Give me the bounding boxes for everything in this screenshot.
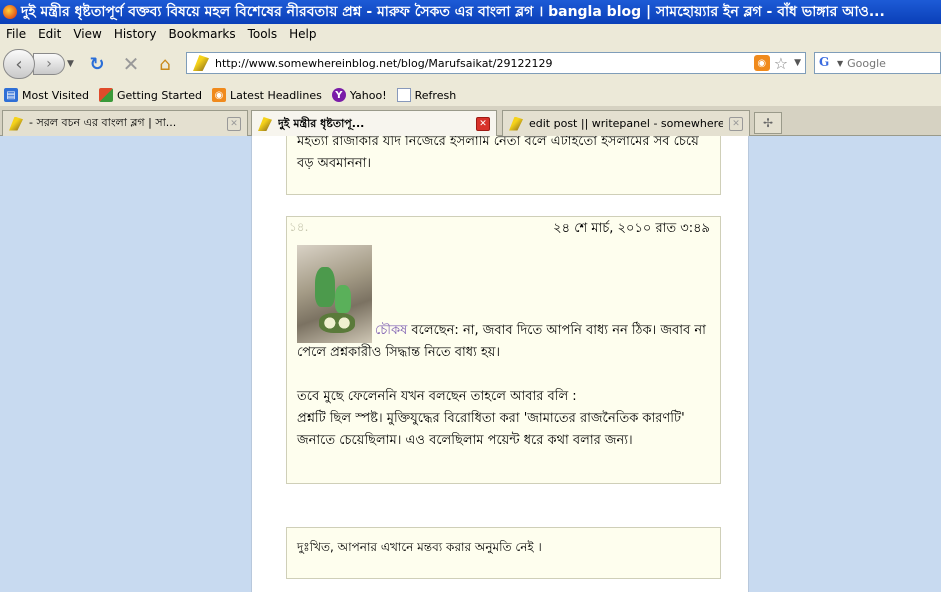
google-engine-icon[interactable]: G bbox=[819, 55, 835, 71]
search-input[interactable] bbox=[847, 56, 928, 70]
bookmark-refresh[interactable]: Refresh bbox=[396, 88, 457, 102]
comment-text: মইত্যা রাজাকার যদি নিজেরে ইসলামি নেতা বল… bbox=[297, 136, 699, 171]
home-icon[interactable]: ⌂ bbox=[154, 53, 176, 75]
new-tab-button[interactable]: ✢ bbox=[754, 112, 782, 134]
bookmark-label: Most Visited bbox=[22, 88, 89, 102]
comment-paragraph: চৌকষ বলেছেন: না, জবাব দিতে আপনি বাধ্য নন… bbox=[297, 320, 712, 364]
engine-dropdown-icon[interactable]: ▼ bbox=[837, 59, 843, 68]
menu-bookmarks[interactable]: Bookmarks bbox=[169, 27, 236, 41]
tab-label: edit post || writepanel - somewhere in..… bbox=[529, 117, 723, 130]
tab-strip: - সরল বচন এর বাংলা ব্লগ | সা... ✕ দুই মন… bbox=[0, 106, 941, 137]
comment-paragraph: প্রশ্নটি ছিল স্পষ্ট। মুক্তিযুদ্ধের বিরোধ… bbox=[297, 411, 685, 448]
page-viewport: মইত্যা রাজাকার যদি নিজেরে ইসলামি নেতা বল… bbox=[0, 136, 941, 592]
comment-body: চৌকষ বলেছেন: না, জবাব দিতে আপনি বাধ্য নন… bbox=[297, 320, 712, 452]
yahoo-icon: Y bbox=[331, 88, 346, 102]
most-visited-icon: ▤ bbox=[4, 88, 18, 102]
bookmark-yahoo[interactable]: Y Yahoo! bbox=[331, 88, 387, 102]
navigation-toolbar: › ‹ ▼ ↻ ✕ ⌂ http://www.somewhereinblog.n… bbox=[0, 44, 941, 84]
comment-number: ১৪. bbox=[289, 220, 309, 234]
menu-view[interactable]: View bbox=[73, 27, 101, 41]
search-box[interactable]: G ▼ bbox=[814, 52, 941, 74]
bottle-shape bbox=[315, 267, 335, 307]
tab-label: দুই মন্ত্রীর ধৃষ্টতাপূ... bbox=[278, 116, 365, 130]
back-button[interactable]: ‹ bbox=[3, 49, 35, 79]
reload-icon[interactable]: ↻ bbox=[86, 53, 108, 75]
tab-current-post[interactable]: দুই মন্ত্রীর ধৃষ্টতাপূ... ✕ bbox=[251, 110, 497, 137]
menu-file[interactable]: File bbox=[6, 27, 26, 41]
site-favicon-icon bbox=[193, 55, 209, 71]
menu-edit[interactable]: Edit bbox=[38, 27, 61, 41]
comment-box-previous: মইত্যা রাজাকার যদি নিজেরে ইসলামি নেতা বল… bbox=[286, 136, 721, 195]
bookmark-label: Refresh bbox=[414, 88, 457, 102]
new-tab-icon: ✢ bbox=[762, 116, 774, 130]
menu-tools[interactable]: Tools bbox=[248, 27, 278, 41]
tab-label: - সরল বচন এর বাংলা ব্লগ | সা... bbox=[29, 116, 177, 129]
bookmark-getting-started[interactable]: Getting Started bbox=[98, 88, 202, 102]
comment-paragraph: তবে মুছে ফেলেননি যখন বলছেন তাহলে আবার বল… bbox=[297, 389, 577, 404]
page-icon bbox=[396, 88, 411, 102]
blog-content-column: মইত্যা রাজাকার যদি নিজেরে ইসলামি নেতা বল… bbox=[251, 136, 749, 592]
getting-started-icon bbox=[98, 88, 113, 102]
tab-edit-post[interactable]: edit post || writepanel - somewhere in..… bbox=[502, 110, 750, 136]
menu-help[interactable]: Help bbox=[289, 27, 316, 41]
window-title: দুই মন্ত্রীর ধৃষ্টতাপূর্ণ বক্তব্য বিষয়ে… bbox=[21, 4, 885, 20]
tab-close-icon[interactable]: ✕ bbox=[476, 117, 490, 131]
tab-close-icon[interactable]: ✕ bbox=[227, 116, 241, 131]
bookmark-latest-headlines[interactable]: ◉ Latest Headlines bbox=[212, 88, 322, 102]
menu-bar: File Edit View History Bookmarks Tools H… bbox=[0, 24, 941, 44]
bookmark-star-icon[interactable]: ☆ bbox=[774, 54, 788, 73]
tab-sorol-bochon[interactable]: - সরল বচন এর বাংলা ব্লগ | সা... ✕ bbox=[2, 110, 248, 136]
window-titlebar: দুই মন্ত্রীর ধৃষ্টতাপূর্ণ বক্তব্য বিষয়ে… bbox=[0, 0, 941, 24]
no-permission-box: দুঃখিত, আপনার এখানে মন্তব্য করার অনুমতি … bbox=[286, 527, 721, 579]
forward-arrow-icon: › bbox=[46, 56, 52, 72]
url-dropdown-icon[interactable]: ▼ bbox=[794, 58, 801, 68]
bookmark-label: Latest Headlines bbox=[230, 88, 322, 102]
url-bar[interactable]: http://www.somewhereinblog.net/blog/Maru… bbox=[186, 52, 806, 74]
rss-feed-icon[interactable]: ◉ bbox=[753, 55, 770, 71]
rss-icon: ◉ bbox=[212, 88, 226, 102]
url-text[interactable]: http://www.somewhereinblog.net/blog/Maru… bbox=[215, 57, 754, 70]
comment-box: ১৪. ২৪ শে মার্চ, ২০১০ রাত ৩:৪৯ চৌকষ বলেছ… bbox=[286, 216, 721, 484]
tab-close-icon[interactable]: ✕ bbox=[729, 116, 743, 131]
bookmark-label: Getting Started bbox=[116, 88, 202, 102]
history-dropdown-icon[interactable]: ▼ bbox=[67, 59, 74, 69]
tab-favicon-icon bbox=[9, 116, 23, 131]
bottle-shape bbox=[335, 285, 351, 313]
menu-history[interactable]: History bbox=[114, 27, 157, 41]
bookmark-label: Yahoo! bbox=[349, 88, 387, 102]
firefox-icon bbox=[3, 5, 17, 19]
back-arrow-icon: ‹ bbox=[15, 53, 23, 75]
tab-favicon-icon bbox=[258, 117, 272, 131]
forward-button[interactable]: › bbox=[33, 53, 65, 75]
bookmarks-toolbar: ▤ Most Visited Getting Started ◉ Latest … bbox=[0, 84, 941, 106]
back-forward-group: › ‹ ▼ bbox=[3, 49, 75, 79]
stop-icon[interactable]: ✕ bbox=[120, 52, 142, 76]
tab-favicon-icon bbox=[509, 116, 523, 131]
comment-date: ২৪ শে মার্চ, ২০১০ রাত ৩:৪৯ bbox=[553, 221, 710, 236]
comment-author-link[interactable]: চৌকষ bbox=[375, 323, 407, 338]
no-permission-message: দুঃখিত, আপনার এখানে মন্তব্য করার অনুমতি … bbox=[297, 540, 542, 554]
bookmark-most-visited[interactable]: ▤ Most Visited bbox=[4, 88, 89, 102]
comment-lead-text: বলেছেন: না, জবাব দিতে আপনি বাধ্য নন ঠিক।… bbox=[297, 323, 706, 360]
